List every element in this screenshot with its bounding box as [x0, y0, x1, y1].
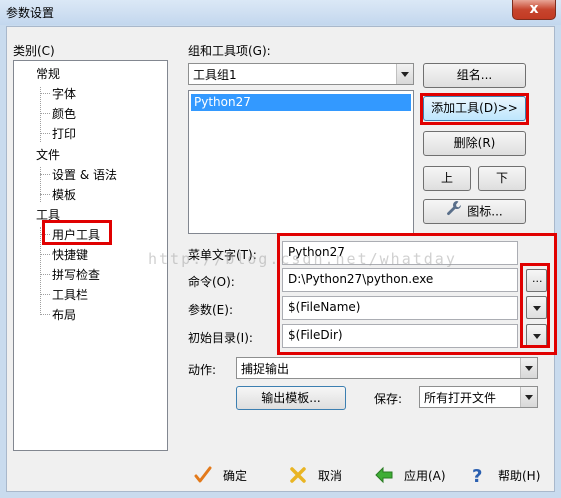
category-label: 类别(C) — [13, 44, 55, 58]
question-icon: ? — [468, 465, 488, 487]
save-select[interactable]: 所有打开文件 — [419, 386, 538, 408]
cancel-button[interactable]: 取消 — [288, 462, 342, 488]
tree-connector — [40, 93, 50, 94]
down-button[interactable]: 下 — [478, 166, 526, 191]
tree-item-template[interactable]: 模板 — [52, 186, 76, 203]
chevron-down-icon — [525, 395, 533, 400]
close-button[interactable]: x — [512, 0, 556, 20]
ok-button[interactable]: 确定 — [193, 462, 247, 488]
tree-connector — [40, 274, 50, 275]
tree-connector — [40, 174, 50, 175]
tree-connector — [40, 167, 41, 202]
action-value: 捕捉输出 — [241, 362, 290, 376]
title-bar: 参数设置 x — [0, 0, 561, 25]
action-label: 动作: — [188, 363, 217, 377]
tree-connector — [40, 113, 50, 114]
ok-label: 确定 — [223, 468, 248, 483]
category-tree[interactable]: 常规 字体 颜色 打印 文件 设置 & 语法 模板 工具 用户工具 快捷键 拼写… — [13, 60, 168, 451]
tree-connector — [40, 227, 41, 315]
tool-group-label: 组和工具项(G): — [188, 44, 271, 58]
delete-button[interactable]: 删除(R) — [423, 131, 526, 156]
args-label: 参数(E): — [188, 303, 233, 317]
tree-item-font[interactable]: 字体 — [52, 85, 76, 102]
icon-button[interactable]: 图标... — [423, 199, 526, 224]
highlight-side-buttons — [520, 263, 550, 348]
tree-item-shortcuts[interactable]: 快捷键 — [52, 246, 88, 263]
tree-connector — [40, 254, 50, 255]
action-select[interactable]: 捕捉输出 — [236, 357, 538, 379]
tool-list-item[interactable]: Python27 — [191, 94, 411, 111]
close-icon: x — [529, 1, 539, 17]
svg-text:?: ? — [472, 466, 482, 485]
tree-item-color[interactable]: 颜色 — [52, 105, 76, 122]
tree-item-syntax[interactable]: 设置 & 语法 — [52, 166, 117, 183]
cancel-label: 取消 — [318, 468, 343, 483]
tree-connector — [40, 194, 50, 195]
check-icon — [193, 465, 213, 485]
save-label: 保存: — [374, 392, 403, 406]
dropdown-button[interactable] — [520, 358, 537, 378]
help-button[interactable]: ? 帮助(H) — [468, 462, 540, 488]
tool-group-value: 工具组1 — [193, 68, 237, 82]
save-value: 所有打开文件 — [424, 391, 497, 405]
wrench-icon — [446, 200, 462, 224]
apply-button[interactable]: 应用(A) — [374, 462, 446, 488]
highlight-user-tools — [42, 220, 112, 245]
arrow-left-icon — [374, 465, 394, 485]
chevron-down-icon — [401, 72, 409, 77]
tool-group-select[interactable]: 工具组1 — [188, 63, 414, 85]
apply-label: 应用(A) — [404, 468, 446, 483]
tree-connector — [40, 294, 50, 295]
chevron-down-icon — [525, 366, 533, 371]
tree-item-print[interactable]: 打印 — [52, 125, 76, 142]
tree-item-toolbar[interactable]: 工具栏 — [52, 286, 88, 303]
highlight-add-tool — [420, 93, 529, 125]
dropdown-button[interactable] — [520, 387, 537, 407]
tree-item-file[interactable]: 文件 — [36, 146, 60, 163]
cross-icon — [288, 465, 308, 485]
output-template-button[interactable]: 输出模板... — [236, 386, 346, 410]
up-button[interactable]: 上 — [423, 166, 471, 191]
tree-item-spellcheck[interactable]: 拼写检查 — [52, 266, 100, 283]
command-label: 命令(O): — [188, 275, 235, 289]
window-title: 参数设置 — [6, 6, 55, 20]
dropdown-button[interactable] — [396, 64, 413, 84]
tree-item-general[interactable]: 常规 — [36, 65, 60, 82]
tree-item-layout[interactable]: 布局 — [52, 306, 76, 323]
help-label: 帮助(H) — [498, 468, 541, 483]
tree-connector — [40, 314, 50, 315]
icon-button-label: 图标... — [467, 204, 503, 219]
watermark: http://blog.csdn.net/whatday — [148, 250, 457, 268]
init-dir-label: 初始目录(I): — [188, 331, 253, 345]
group-name-button[interactable]: 组名... — [423, 63, 526, 88]
tool-list[interactable]: Python27 — [188, 90, 414, 234]
tree-connector — [40, 133, 50, 134]
